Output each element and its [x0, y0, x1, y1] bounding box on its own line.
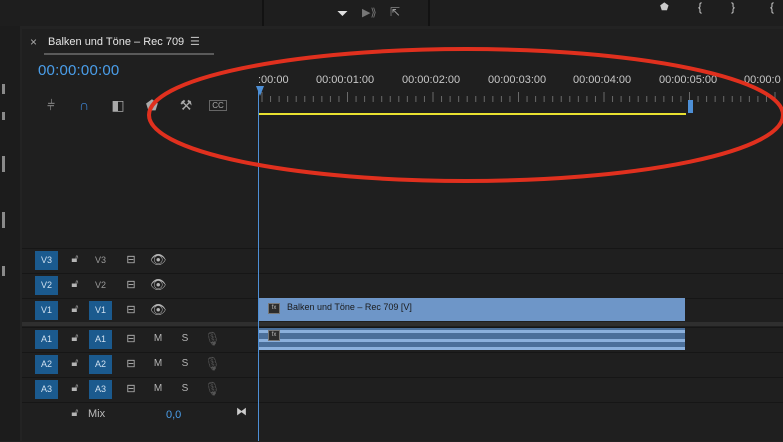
sync-lock-icon[interactable]: ⊟ [123, 357, 139, 370]
snap-insert-icon[interactable]: ⫩ [42, 97, 60, 113]
panel-divider [262, 0, 264, 26]
audio-waveform-band [259, 330, 685, 333]
video-clip-name: Balken und Töne – Rec 709 [V] [287, 302, 412, 312]
annotation-ellipse-stroke [147, 47, 783, 183]
linked-selection-icon[interactable]: ◧ [109, 97, 127, 113]
lock-icon[interactable]: 🔓︎ [67, 332, 83, 345]
video-audio-divider[interactable] [22, 322, 783, 326]
microphone-icon[interactable]: 🎙︎ [204, 381, 221, 397]
track-target-a3[interactable]: A3 [89, 380, 112, 399]
source-patch-v2[interactable]: V2 [35, 276, 58, 295]
track-target-a1[interactable]: A1 [89, 330, 112, 349]
export-frame-icon[interactable]: ⇱ [390, 5, 400, 19]
sync-lock-icon[interactable]: ⊟ [123, 382, 139, 395]
lock-icon[interactable]: 🔓︎ [67, 303, 83, 316]
mix-volume-value[interactable]: 0,0 [166, 409, 181, 421]
mute-button[interactable]: M [150, 383, 166, 394]
sync-lock-icon[interactable]: ⊟ [123, 332, 139, 345]
audio-waveform-band [259, 339, 685, 342]
video-clip[interactable]: fx Balken und Töne – Rec 709 [V] [259, 298, 685, 321]
track-row-a2[interactable]: A2 🔓︎ A2 ⊟ M S 🎙︎ [22, 352, 783, 377]
fx-badge: fx [268, 303, 280, 314]
tool-indicator[interactable] [2, 266, 5, 276]
eye-icon[interactable]: 👁︎ [150, 302, 167, 318]
sync-lock-icon[interactable]: ⊟ [123, 253, 139, 266]
source-patch-a1[interactable]: A1 [35, 330, 58, 349]
lock-icon[interactable]: 🔓︎ [67, 278, 83, 291]
magnet-icon[interactable]: ∩ [75, 97, 93, 113]
track-target-a2[interactable]: A2 [89, 355, 112, 374]
tools-panel [0, 26, 20, 441]
lock-icon[interactable]: 🔓︎ [67, 407, 83, 420]
tool-indicator[interactable] [2, 112, 5, 120]
lock-icon[interactable]: 🔓︎ [67, 357, 83, 370]
track-target-v3[interactable]: V3 [89, 251, 112, 270]
track-row-v2[interactable]: V2 🔓︎ V2 ⊟ 👁︎ [22, 273, 783, 298]
mix-expand-icon[interactable]: ⧓ [236, 405, 247, 418]
sync-lock-icon[interactable]: ⊟ [123, 278, 139, 291]
track-row-v3[interactable]: V3 🔓︎ V3 ⊟ 👁︎ [22, 248, 783, 273]
close-tab-icon[interactable]: × [30, 35, 37, 49]
mark-out-icon[interactable]: } [731, 0, 735, 14]
tool-indicator[interactable] [2, 212, 5, 228]
eye-icon[interactable]: 👁︎ [150, 277, 167, 293]
tool-indicator[interactable] [2, 156, 5, 172]
microphone-icon[interactable]: 🎙︎ [204, 356, 221, 372]
solo-button[interactable]: S [177, 383, 193, 394]
source-patch-v3[interactable]: V3 [35, 251, 58, 270]
source-patch-v1[interactable]: V1 [35, 301, 58, 320]
eye-icon[interactable]: 👁︎ [150, 252, 167, 268]
marker-icon[interactable]: ⬟ [660, 2, 669, 13]
mute-button[interactable]: M [150, 333, 166, 344]
source-patch-a3[interactable]: A3 [35, 380, 58, 399]
microphone-icon[interactable]: 🎙︎ [204, 331, 221, 347]
audio-clip[interactable]: fx [259, 328, 685, 350]
lock-icon[interactable]: 🔓︎ [67, 382, 83, 395]
tool-indicator[interactable] [2, 84, 5, 94]
solo-button[interactable]: S [177, 358, 193, 369]
playhead-timecode[interactable]: 00:00:00:00 [38, 62, 119, 79]
lock-icon[interactable]: 🔓︎ [67, 253, 83, 266]
source-patch-a2[interactable]: A2 [35, 355, 58, 374]
audio-waveform-band [259, 347, 685, 350]
panel-divider [428, 0, 430, 26]
mix-label: Mix [88, 408, 106, 420]
track-row-mix: 🔓︎ Mix 0,0 ⧓ [22, 402, 783, 442]
solo-button[interactable]: S [177, 333, 193, 344]
insert-icon[interactable]: ▶⟫ [362, 6, 377, 19]
track-target-v1[interactable]: V1 [89, 301, 112, 320]
go-to-in-icon[interactable]: { [770, 0, 774, 14]
upper-panels-strip: ⏷ ▶⟫ ⇱ ⬟ { } { [0, 0, 783, 26]
red-annotation-ellipse [147, 47, 783, 183]
track-target-v2[interactable]: V2 [89, 276, 112, 295]
track-row-a3[interactable]: A3 🔓︎ A3 ⊟ M S 🎙︎ [22, 377, 783, 402]
sync-lock-icon[interactable]: ⊟ [123, 303, 139, 316]
filter-icon[interactable]: ⏷ [337, 5, 348, 22]
mark-in-icon[interactable]: { [698, 0, 702, 14]
fx-badge: fx [268, 330, 280, 341]
mute-button[interactable]: M [150, 358, 166, 369]
